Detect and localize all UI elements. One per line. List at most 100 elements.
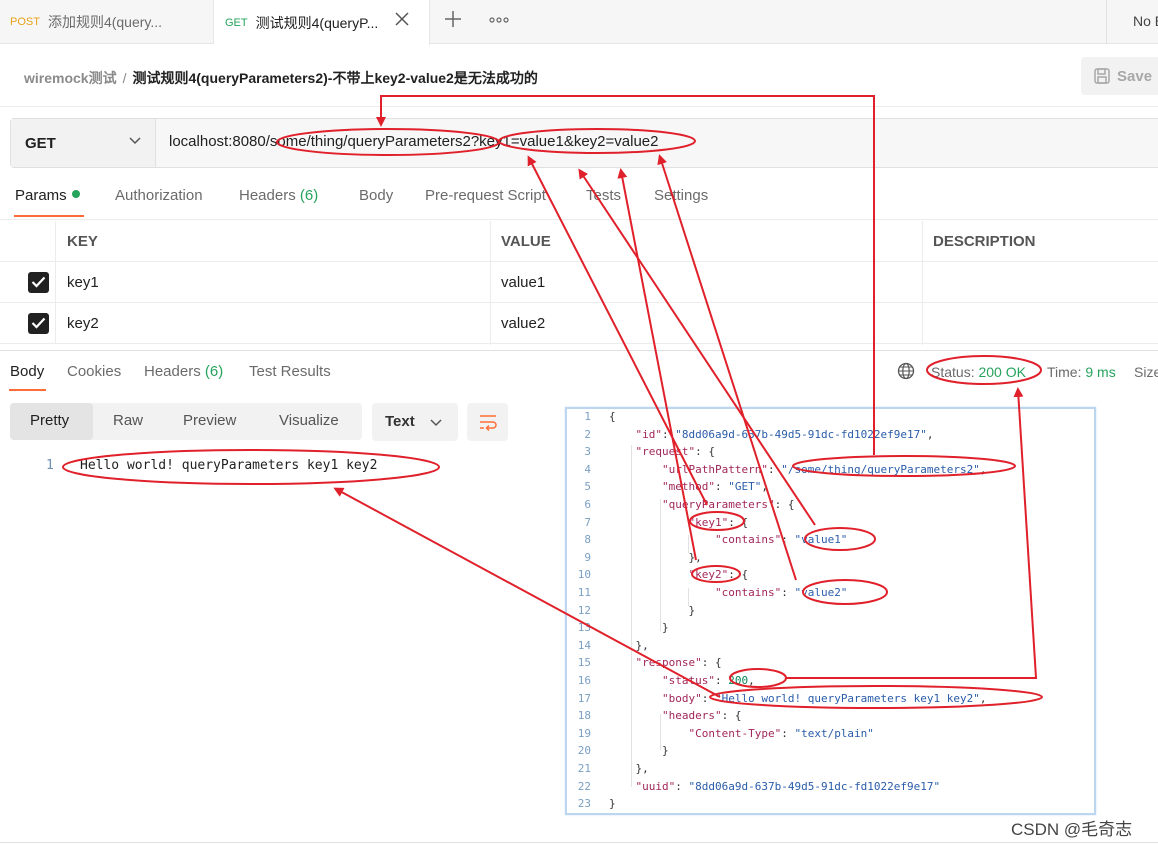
code-line: 17 "body": "Hello world! queryParameters… [567,692,1094,710]
code-text: "Content-Type": "text/plain" [688,726,874,740]
line-number: 17 [577,691,591,705]
tab-response-body[interactable]: Body [10,363,44,380]
tab-label: 测试规则4(queryP... [255,14,379,31]
plus-icon[interactable] [444,6,462,32]
line-number: 23 [577,797,591,811]
tab-response-headers[interactable]: Headers (6) [144,363,223,380]
environment-selector[interactable]: No E [1133,13,1158,29]
more-icon[interactable] [489,12,509,27]
tab-headers[interactable]: Headers (6) [239,187,318,204]
column-header-description: DESCRIPTION [933,233,1036,250]
globe-icon[interactable] [897,362,915,383]
save-button[interactable]: Save [1081,57,1158,95]
code-line: 4 "urlPathPattern": "/some/thing/queryPa… [567,463,1094,481]
view-raw-button[interactable]: Raw [113,412,143,429]
code-line: 9 }, [567,551,1094,569]
line-number: 18 [577,709,591,723]
param-value[interactable]: value1 [501,274,545,291]
line-number: 2 [584,427,591,441]
wrap-lines-icon [480,415,497,431]
code-text: }, [609,762,649,775]
code-line: 1{ [567,410,1094,428]
divider [0,350,1158,351]
tab-tests[interactable]: Tests [586,187,621,204]
line-number: 11 [577,586,591,599]
code-line: 20 } [567,744,1094,762]
response-status: Status: 200 OK [931,364,1026,380]
view-mode-group: Pretty Raw Preview Visualize [10,403,362,440]
check-icon [31,317,46,329]
line-number: 14 [577,638,591,652]
breadcrumb-collection[interactable]: wiremock测试 [24,70,117,86]
code-text: } [609,797,616,811]
code-line: 10 "key2": { [567,568,1094,586]
response-size[interactable]: Size [1134,364,1158,380]
request-tabs: Params Authorization Headers (6) Body Pr… [0,180,1158,220]
active-tab-indicator [14,215,84,217]
active-tab-indicator [9,389,46,391]
code-text: "response": { [635,656,722,670]
line-number: 3 [584,445,591,459]
code-line: 11 "contains": "value2" [567,586,1094,604]
line-number: 7 [584,515,591,529]
status-badge[interactable]: 200 OK [978,364,1025,380]
code-line: 5 "method": "GET", [567,480,1094,498]
save-icon [1094,68,1110,84]
code-line: 2 "id": "8dd06a9d-637b-49d5-91dc-fd1022e… [567,428,1094,446]
code-text: { [609,410,616,423]
tab-settings[interactable]: Settings [654,187,708,204]
code-text: } [609,621,669,635]
line-number: 19 [577,726,591,740]
code-text: "request": { [635,445,715,459]
tab-pre-request-script[interactable]: Pre-request Script [425,187,546,204]
line-number: 5 [584,480,591,494]
tab-params[interactable]: Params [15,187,80,204]
tab-response-cookies[interactable]: Cookies [67,363,121,380]
tab-post-request[interactable]: POST 添加规则4(query... [0,0,214,44]
method-select[interactable]: GET [11,119,156,167]
chevron-down-icon [129,137,141,145]
code-text: "urlPathPattern": "/some/thing/queryPara… [661,462,987,476]
breadcrumb: wiremock测试 / 测试规则4(queryParameters2)-不带上ke… [24,68,538,88]
line-number: 16 [577,674,591,687]
tab-get-request[interactable]: GET 测试规则4(queryP... [214,0,430,45]
code-line: 21 }, [567,762,1094,780]
row-checkbox[interactable] [28,313,49,334]
code-line: 19 "Content-Type": "text/plain" [567,727,1094,745]
code-panel: 1{2 "id": "8dd06a9d-637b-49d5-91dc-fd102… [565,407,1096,815]
tab-authorization[interactable]: Authorization [115,187,203,204]
divider [490,221,491,345]
view-preview-button[interactable]: Preview [183,412,236,429]
code-line: 15 "response": { [567,656,1094,674]
line-number: 10 [577,568,591,582]
param-key[interactable]: key1 [67,274,99,291]
code-line: 16 "status": 200, [567,674,1094,692]
view-visualize-button[interactable]: Visualize [279,412,339,429]
view-pretty-button[interactable]: Pretty [30,412,69,429]
row-checkbox[interactable] [28,272,49,293]
line-number: 15 [577,656,591,670]
format-select[interactable]: Text [372,403,458,441]
code-text: "id": "8dd06a9d-637b-49d5-91dc-fd1022ef9… [635,427,934,441]
close-icon[interactable] [394,11,410,31]
column-header-key: KEY [67,233,98,250]
param-value[interactable]: value2 [501,315,545,332]
code-line: 3 "request": { [567,445,1094,463]
page-title[interactable]: 测试规则4(queryParameters2)-不带上key2-value2是无… [132,70,537,86]
table-row: key1 value1 [0,262,1158,303]
code-line: 18 "headers": { [567,709,1094,727]
table-header: KEY VALUE DESCRIPTION [0,221,1158,262]
params-table: KEY VALUE DESCRIPTION key1 value1 key2 v… [0,221,1158,344]
column-header-value: VALUE [501,233,551,250]
tab-test-results[interactable]: Test Results [249,363,331,380]
line-number: 13 [577,621,591,635]
save-label: Save [1117,67,1153,85]
response-body-text[interactable]: Hello world! queryParameters key1 key2 [80,458,377,473]
wrap-lines-button[interactable] [467,403,508,441]
url-input[interactable]: localhost:8080/some/thing/queryParameter… [169,133,658,150]
code-text: "key2": { [688,568,749,582]
param-key[interactable]: key2 [67,315,99,332]
line-number: 9 [584,550,591,564]
tab-body[interactable]: Body [359,187,393,204]
tab-label: 添加规则4(query... [47,14,163,30]
